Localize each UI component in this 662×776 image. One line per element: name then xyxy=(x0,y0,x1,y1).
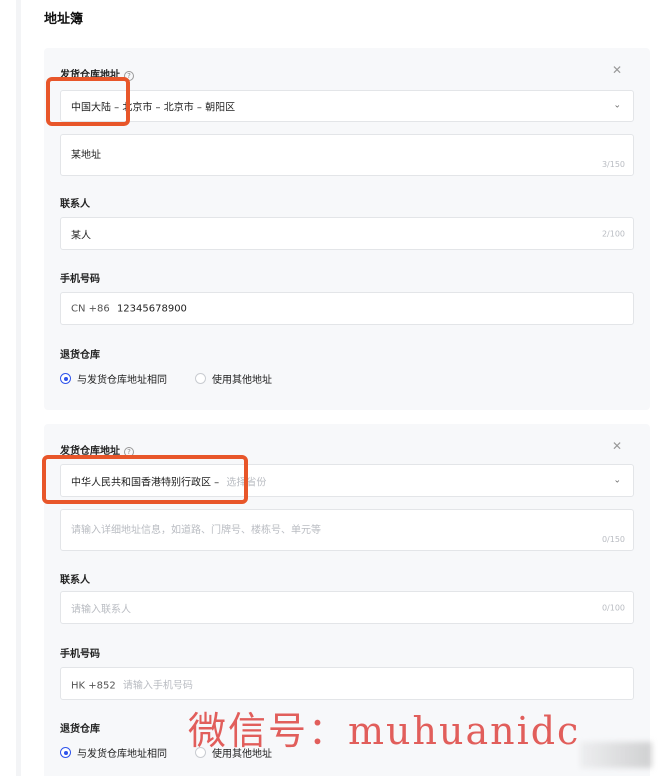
watermark-text: 微信号：muhuanidc xyxy=(188,709,581,753)
address-detail-placeholder: 请输入详细地址信息，如道路、门牌号、楼栋号、单元等 xyxy=(71,525,321,536)
highlight-box-region-1 xyxy=(46,77,130,126)
close-icon[interactable]: ✕ xyxy=(612,439,622,453)
phone-input[interactable]: HK +852 请输入手机号码 xyxy=(60,667,634,700)
radio-selected-icon xyxy=(60,747,71,758)
return-warehouse-label: 退货仓库 xyxy=(60,724,100,735)
phone-input[interactable]: CN +86 12345678900 xyxy=(60,292,634,325)
watermark-blur xyxy=(580,742,652,768)
address-card-1: 发货仓库地址? ✕ 中国大陆 – 北京市 – 北京市 – 朝阳区 ⌄ 某地址 3… xyxy=(44,48,650,410)
phone-country-code[interactable]: HK +852 xyxy=(71,680,116,691)
address-char-counter: 3/150 xyxy=(601,160,625,169)
chevron-down-icon: ⌄ xyxy=(613,100,621,111)
return-warehouse-options: 与发货仓库地址相同 使用其他地址 xyxy=(60,371,300,386)
chevron-down-icon: ⌄ xyxy=(613,475,621,485)
contact-input[interactable]: 某人 2/100 xyxy=(60,217,634,250)
address-detail-input[interactable]: 某地址 3/150 xyxy=(60,134,634,176)
radio-same-as-ship[interactable]: 与发货仓库地址相同 xyxy=(60,371,167,386)
phone-placeholder: 请输入手机号码 xyxy=(122,680,193,691)
address-detail-value: 某地址 xyxy=(71,150,101,161)
radio-other-address[interactable]: 使用其他地址 xyxy=(195,371,272,386)
phone-label: 手机号码 xyxy=(60,274,100,285)
contact-char-counter: 0/100 xyxy=(601,603,625,612)
highlight-box-region-2 xyxy=(42,455,248,504)
contact-char-counter: 2/100 xyxy=(601,229,625,238)
contact-value: 某人 xyxy=(71,230,91,241)
address-detail-input[interactable]: 请输入详细地址信息，如道路、门牌号、楼栋号、单元等 0/150 xyxy=(60,509,634,551)
left-divider xyxy=(16,0,21,776)
phone-value: 12345678900 xyxy=(116,303,187,314)
radio-unselected-icon xyxy=(195,373,206,384)
contact-label: 联系人 xyxy=(60,199,90,210)
radio-same-as-ship[interactable]: 与发货仓库地址相同 xyxy=(60,745,167,760)
phone-label: 手机号码 xyxy=(60,649,100,660)
radio-selected-icon xyxy=(60,373,71,384)
contact-placeholder: 请输入联系人 xyxy=(71,604,131,615)
contact-input[interactable]: 请输入联系人 0/100 xyxy=(60,591,634,624)
address-char-counter: 0/150 xyxy=(601,535,625,544)
contact-label: 联系人 xyxy=(60,575,90,586)
phone-country-code[interactable]: CN +86 xyxy=(71,303,110,314)
address-book-page: 地址簿 发货仓库地址? ✕ 中国大陆 – 北京市 – 北京市 – 朝阳区 ⌄ 某… xyxy=(0,0,662,776)
return-warehouse-label: 退货仓库 xyxy=(60,350,100,361)
close-icon[interactable]: ✕ xyxy=(612,63,622,77)
page-title: 地址簿 xyxy=(44,12,84,27)
region-select[interactable]: 中国大陆 – 北京市 – 北京市 – 朝阳区 ⌄ xyxy=(60,90,634,122)
